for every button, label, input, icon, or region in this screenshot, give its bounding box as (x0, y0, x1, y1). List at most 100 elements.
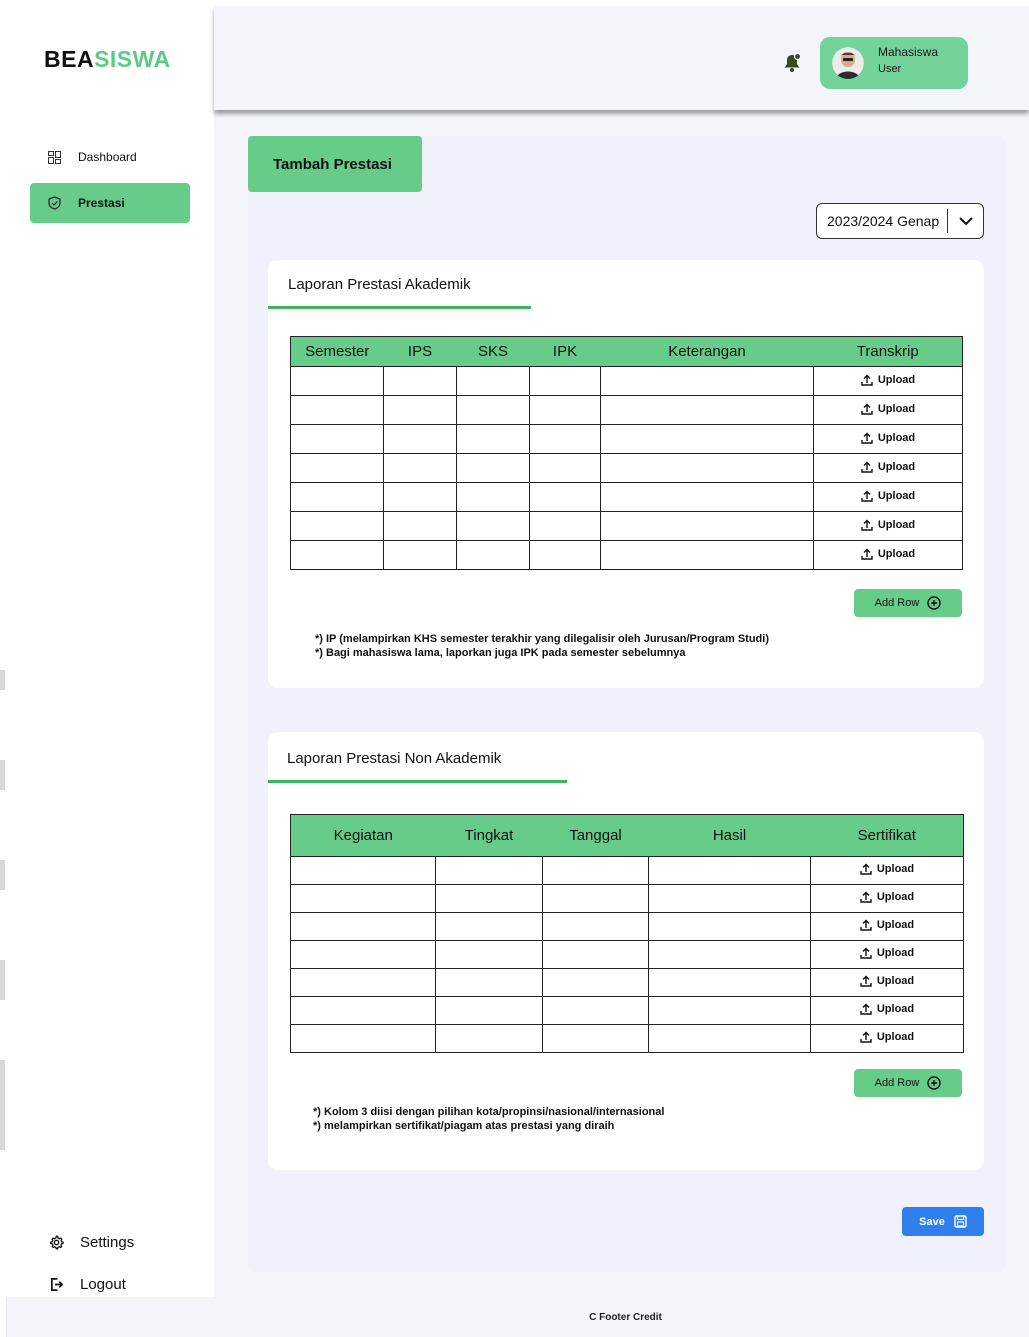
upload-button[interactable]: Upload (861, 548, 915, 560)
period-select[interactable]: 2023/2024 Genap (816, 203, 984, 239)
cell-keterangan[interactable] (600, 424, 814, 454)
upload-button[interactable]: Upload (861, 403, 915, 415)
cell-kegiatan[interactable] (290, 884, 436, 913)
cell-sks[interactable] (456, 482, 530, 512)
cell-tanggal[interactable] (542, 996, 649, 1025)
cell-tanggal[interactable] (542, 940, 649, 969)
cell-kegiatan[interactable] (290, 856, 436, 885)
cell-sks[interactable] (456, 424, 530, 454)
cell-keterangan[interactable] (600, 482, 814, 512)
upload-button[interactable]: Upload (861, 490, 915, 502)
cell-tanggal[interactable] (542, 856, 649, 885)
upload-icon (861, 403, 873, 415)
cell-ipk[interactable] (529, 540, 601, 570)
cell-tanggal[interactable] (542, 912, 649, 941)
upload-label: Upload (876, 891, 915, 903)
user-name: Mahasiswa (878, 45, 939, 59)
cell-ipk[interactable] (529, 453, 601, 483)
cell-ips[interactable] (383, 540, 457, 570)
cell-sks[interactable] (456, 540, 530, 570)
cell-tingkat[interactable] (435, 912, 543, 941)
upload-button[interactable]: Upload (860, 863, 914, 875)
tab-tambah-prestasi[interactable]: Tambah Prestasi (248, 136, 422, 192)
cell-semester[interactable] (290, 366, 384, 396)
user-profile-chip[interactable]: Mahasiswa User (820, 37, 968, 89)
app-logo[interactable]: BEASISWA (44, 46, 171, 73)
cell-keterangan[interactable] (600, 453, 814, 483)
sidebar-item-dashboard[interactable]: Dashboard (30, 137, 190, 177)
upload-icon (860, 1003, 872, 1015)
sidebar-item-settings[interactable]: Settings (48, 1234, 134, 1251)
cell-tingkat[interactable] (435, 884, 543, 913)
cell-sks[interactable] (456, 366, 530, 396)
cell-semester[interactable] (290, 453, 384, 483)
cell-semester[interactable] (290, 395, 384, 425)
cell-ips[interactable] (383, 453, 457, 483)
cell-tingkat[interactable] (435, 856, 543, 885)
cell-keterangan[interactable] (600, 395, 814, 425)
cell-hasil[interactable] (648, 940, 811, 969)
cell-tingkat[interactable] (435, 940, 543, 969)
cell-ips[interactable] (383, 395, 457, 425)
cell-sks[interactable] (456, 395, 530, 425)
cell-sks[interactable] (456, 453, 530, 483)
cell-tingkat[interactable] (435, 1024, 543, 1053)
cell-hasil[interactable] (648, 968, 811, 997)
sidebar-item-logout[interactable]: Logout (48, 1276, 126, 1293)
cell-hasil[interactable] (648, 884, 811, 913)
cell-hasil[interactable] (648, 1024, 811, 1053)
cell-ipk[interactable] (529, 511, 601, 541)
cell-ips[interactable] (383, 424, 457, 454)
sidebar-item-prestasi[interactable]: Prestasi (30, 183, 190, 223)
cell-keterangan[interactable] (600, 366, 814, 396)
cell-hasil[interactable] (648, 996, 811, 1025)
upload-button[interactable]: Upload (860, 1031, 914, 1043)
cell-semester[interactable] (290, 511, 384, 541)
sidebar-item-label: Prestasi (78, 196, 125, 210)
cell-tanggal[interactable] (542, 884, 649, 913)
cell-semester[interactable] (290, 424, 384, 454)
cell-semester[interactable] (290, 540, 384, 570)
cell-tingkat[interactable] (435, 968, 543, 997)
cell-ips[interactable] (383, 366, 457, 396)
cell-kegiatan[interactable] (290, 1024, 436, 1053)
upload-button[interactable]: Upload (860, 947, 914, 959)
upload-button[interactable]: Upload (860, 891, 914, 903)
upload-icon (860, 975, 872, 987)
cell-keterangan[interactable] (600, 511, 814, 541)
cell-kegiatan[interactable] (290, 912, 436, 941)
cell-tanggal[interactable] (542, 968, 649, 997)
cell-ipk[interactable] (529, 395, 601, 425)
cell-sertifikat: Upload (810, 912, 964, 941)
cell-hasil[interactable] (648, 912, 811, 941)
cell-ips[interactable] (383, 511, 457, 541)
upload-button[interactable]: Upload (861, 519, 915, 531)
add-row-label: Add Row (874, 1077, 920, 1089)
cell-tingkat[interactable] (435, 996, 543, 1025)
upload-button[interactable]: Upload (861, 374, 915, 386)
save-button[interactable]: Save (902, 1207, 984, 1236)
upload-label: Upload (876, 975, 915, 987)
cell-semester[interactable] (290, 482, 384, 512)
add-row-button[interactable]: Add Row (854, 589, 962, 617)
nonakademik-table: Kegiatan Tingkat Tanggal Hasil Sertifika… (290, 814, 964, 1053)
upload-button[interactable]: Upload (860, 975, 914, 987)
upload-button[interactable]: Upload (861, 432, 915, 444)
cell-ipk[interactable] (529, 482, 601, 512)
cell-ipk[interactable] (529, 366, 601, 396)
cell-ips[interactable] (383, 482, 457, 512)
cell-kegiatan[interactable] (290, 940, 436, 969)
add-row-button[interactable]: Add Row (854, 1069, 962, 1097)
upload-button[interactable]: Upload (860, 1003, 914, 1015)
cell-tanggal[interactable] (542, 1024, 649, 1053)
cell-keterangan[interactable] (600, 540, 814, 570)
cell-ipk[interactable] (529, 424, 601, 454)
cell-hasil[interactable] (648, 856, 811, 885)
cell-kegiatan[interactable] (290, 968, 436, 997)
cell-kegiatan[interactable] (290, 996, 436, 1025)
upload-button[interactable]: Upload (860, 919, 914, 931)
upload-button[interactable]: Upload (861, 461, 915, 473)
bell-icon[interactable] (781, 52, 803, 74)
cell-sks[interactable] (456, 511, 530, 541)
col-ipk: IPK (529, 336, 601, 367)
